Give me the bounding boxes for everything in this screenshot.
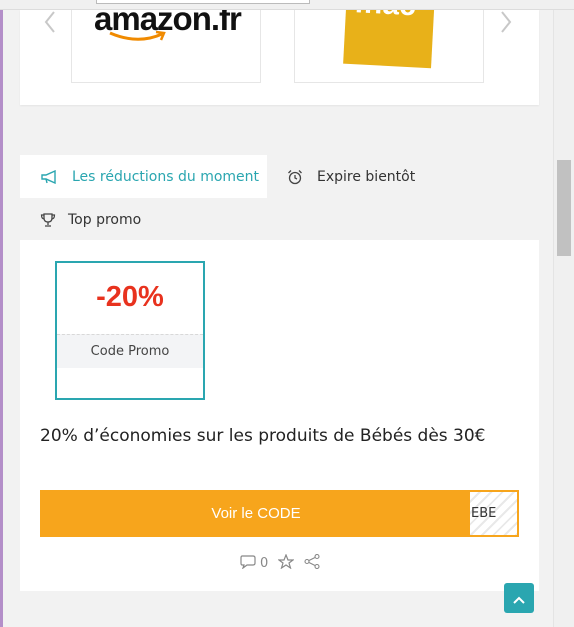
comments-button[interactable]: 0 bbox=[240, 554, 269, 573]
offer-type-label: Code Promo bbox=[57, 334, 203, 368]
star-icon bbox=[277, 553, 296, 573]
store-logo-amazon[interactable]: amazon.fr bbox=[71, 10, 261, 83]
offer-card: -20% Code Promo 20% d’économies sur les … bbox=[20, 240, 539, 591]
amazon-smile-icon bbox=[109, 30, 166, 41]
discount-badge[interactable]: -20% Code Promo bbox=[55, 261, 205, 400]
tab-top-promo-label: Top promo bbox=[68, 212, 142, 228]
tab-reductions[interactable]: Les réductions du moment bbox=[20, 155, 267, 198]
stores-carousel: amazon.fr fnac bbox=[20, 10, 539, 105]
back-to-top-button[interactable] bbox=[504, 583, 534, 613]
window-edge bbox=[0, 0, 3, 627]
chevron-up-icon bbox=[513, 589, 525, 608]
comment-icon bbox=[240, 554, 257, 573]
tab-top-promo[interactable]: Top promo bbox=[38, 201, 141, 239]
trophy-icon bbox=[38, 212, 58, 228]
show-code-button[interactable]: Voir le CODE EBE bbox=[40, 490, 519, 537]
browser-top-edge bbox=[0, 0, 574, 10]
tab-expire-soon[interactable]: Expire bientôt bbox=[285, 155, 415, 198]
chevron-right-icon[interactable] bbox=[496, 10, 516, 34]
share-button[interactable] bbox=[304, 553, 320, 573]
discount-value: -20% bbox=[96, 281, 164, 313]
comments-count: 0 bbox=[260, 556, 269, 571]
chevron-left-icon[interactable] bbox=[40, 10, 60, 34]
offer-actions: 0 bbox=[240, 553, 320, 573]
fnac-logo-text: fnac bbox=[353, 10, 416, 23]
megaphone-icon bbox=[40, 169, 60, 184]
show-code-button-label: Voir le CODE bbox=[42, 492, 470, 535]
page-scrollbar[interactable] bbox=[553, 10, 574, 627]
share-icon bbox=[304, 553, 320, 573]
tab-expire-label: Expire bientôt bbox=[317, 168, 416, 185]
code-peek: EBE bbox=[470, 492, 517, 535]
offer-title[interactable]: 20% d’économies sur les produits de Bébé… bbox=[40, 426, 486, 446]
tab-reductions-label: Les réductions du moment bbox=[72, 168, 260, 185]
address-bar[interactable] bbox=[96, 0, 310, 4]
store-logo-fnac[interactable]: fnac bbox=[294, 10, 484, 83]
scrollbar-thumb[interactable] bbox=[557, 160, 571, 256]
alarm-clock-icon bbox=[285, 169, 305, 185]
fnac-logo: fnac bbox=[343, 10, 435, 69]
favorite-button[interactable] bbox=[277, 553, 296, 573]
